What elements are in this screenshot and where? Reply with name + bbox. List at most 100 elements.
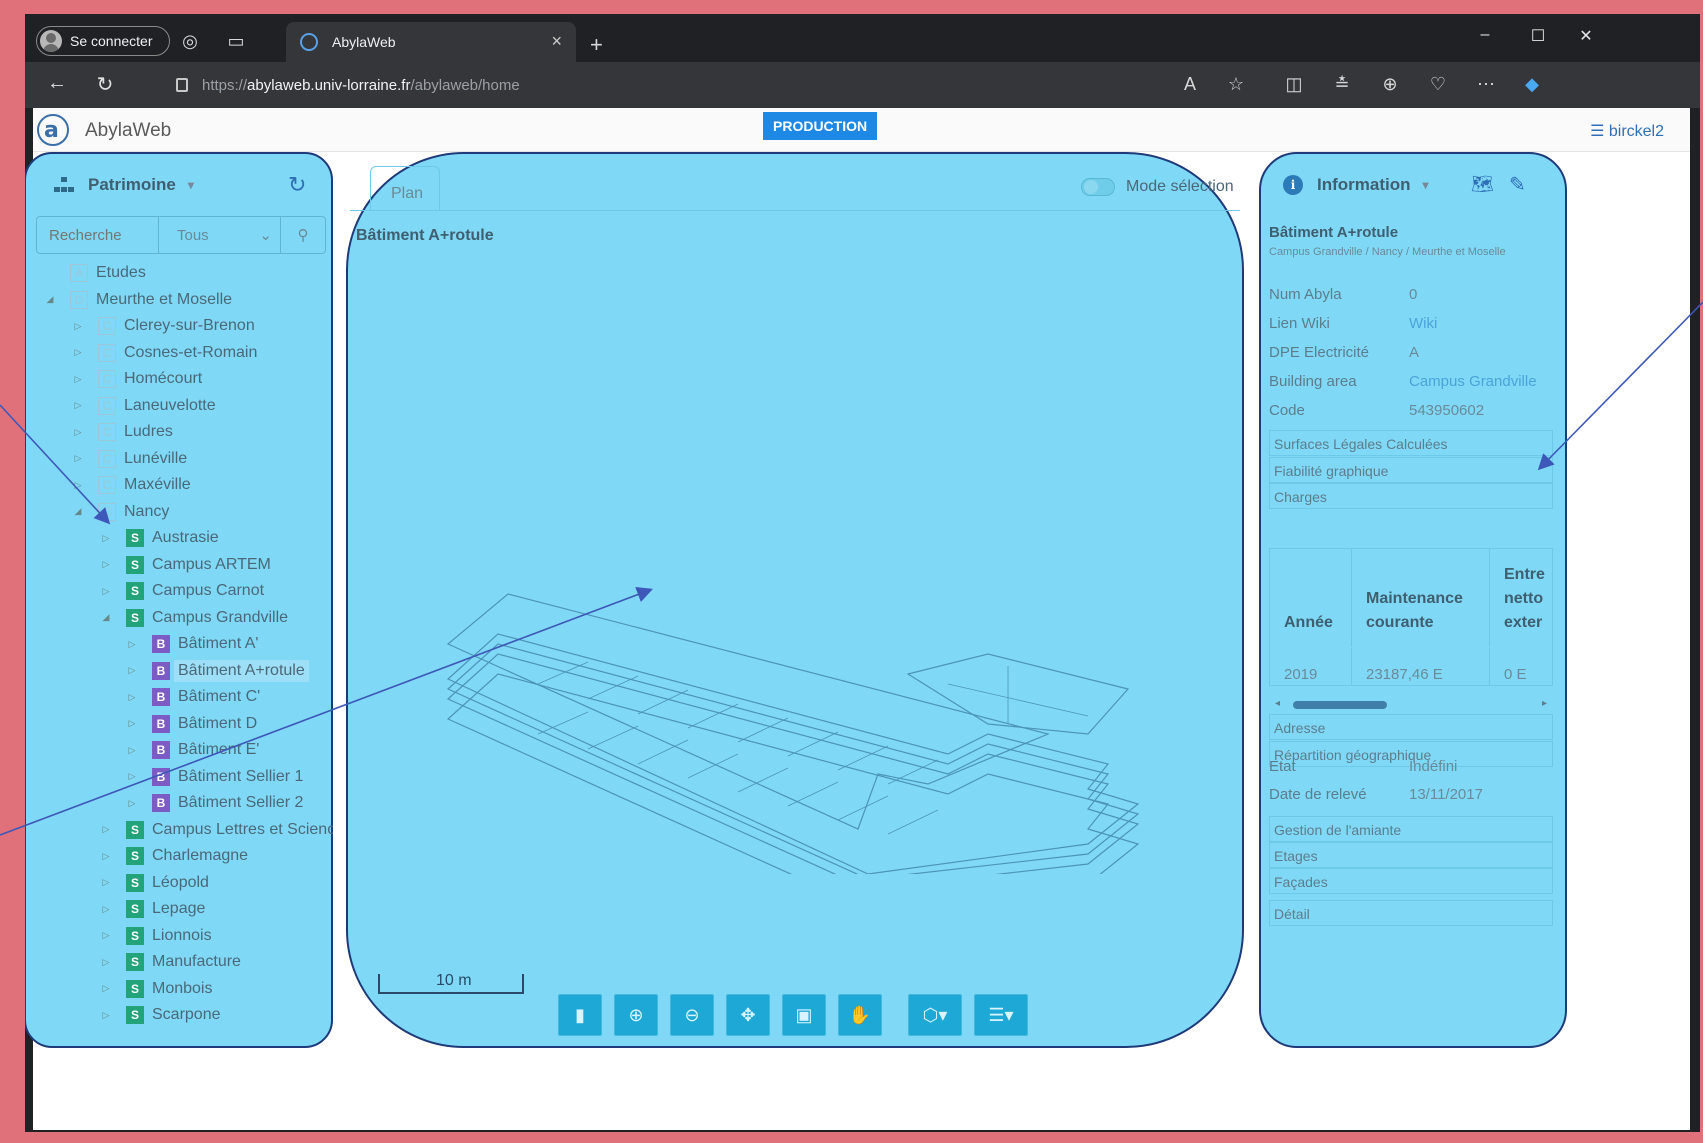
section-header[interactable]: Fiabilité graphique bbox=[1269, 456, 1553, 483]
back-icon[interactable]: ← bbox=[43, 72, 71, 95]
user-menu[interactable]: ☰ birckel2 bbox=[1590, 121, 1664, 141]
expand-icon[interactable]: ▷ bbox=[100, 957, 112, 968]
tab-actions-icon[interactable]: ▭ bbox=[221, 26, 251, 56]
filter-select[interactable]: Tous ⌄ bbox=[159, 217, 281, 253]
section-header[interactable]: Adresse bbox=[1269, 714, 1553, 740]
section-header[interactable]: Etages bbox=[1269, 842, 1553, 868]
collapse-icon[interactable]: ◢ bbox=[100, 612, 112, 623]
tree-item[interactable]: ▷ B Bâtiment A+rotule bbox=[126, 658, 309, 684]
expand-icon[interactable]: ▷ bbox=[100, 904, 112, 915]
search-button[interactable]: ⚲ bbox=[281, 217, 325, 253]
tree-item[interactable]: ▷ C Lunéville bbox=[72, 446, 187, 472]
floor-plan-3d[interactable] bbox=[388, 434, 1148, 874]
tree-item[interactable]: ▷ S Lepage bbox=[100, 896, 205, 922]
expand-icon[interactable]: ▷ bbox=[126, 665, 138, 676]
read-aloud-icon[interactable]: A bbox=[1175, 74, 1205, 95]
tree-item[interactable]: ▷ B Bâtiment Sellier 2 bbox=[126, 790, 303, 816]
health-icon[interactable]: ♡ bbox=[1423, 74, 1453, 95]
scroll-right-icon[interactable]: ▸ bbox=[1542, 698, 1547, 709]
favorite-star-icon[interactable]: ☆ bbox=[1221, 74, 1251, 95]
tree-item[interactable]: ▷ B Bâtiment E' bbox=[126, 737, 259, 763]
mode-selection-toggle[interactable] bbox=[1081, 178, 1115, 196]
tree-item[interactable]: ▷ B Bâtiment A' bbox=[126, 631, 258, 657]
tree-item[interactable]: ▷ S Campus Lettres et Sciences bbox=[100, 817, 333, 843]
expand-icon[interactable]: ▷ bbox=[126, 692, 138, 703]
new-tab-button[interactable]: + bbox=[590, 32, 603, 58]
expand-icon[interactable]: ▷ bbox=[126, 639, 138, 650]
map-icon[interactable]: 🗺 bbox=[1471, 174, 1494, 195]
search-input[interactable] bbox=[37, 217, 159, 253]
minimize-button[interactable]: – bbox=[1465, 26, 1505, 44]
expand-icon[interactable]: ▷ bbox=[72, 347, 84, 358]
tree-item[interactable]: ▷ S Léopold bbox=[100, 870, 209, 896]
layers-dropdown[interactable]: ☰▾ bbox=[974, 994, 1028, 1036]
tree-item[interactable]: ◢ S Campus Grandville bbox=[100, 605, 288, 631]
collapse-icon[interactable]: ◢ bbox=[72, 506, 84, 517]
url-field[interactable]: https://abylaweb.univ-lorraine.fr/abylaw… bbox=[162, 69, 1262, 101]
tree-item[interactable]: ▷ B Bâtiment C' bbox=[126, 684, 260, 710]
field-link[interactable]: Campus Grandville bbox=[1409, 373, 1537, 390]
collections-icon[interactable]: ◎ bbox=[175, 26, 205, 56]
tree-item[interactable]: ◢ C Nancy bbox=[72, 499, 169, 525]
expand-icon[interactable]: ▷ bbox=[72, 400, 84, 411]
expand-icon[interactable]: ▷ bbox=[126, 771, 138, 782]
refresh-icon[interactable]: ↻ bbox=[288, 172, 306, 198]
expand-icon[interactable]: ▷ bbox=[72, 453, 84, 464]
expand-icon[interactable]: ▷ bbox=[100, 877, 112, 888]
ruler-button[interactable]: ▮ bbox=[558, 994, 602, 1036]
hand-button[interactable]: ✋ bbox=[838, 994, 882, 1036]
tree-item[interactable]: ▷ S Manufacture bbox=[100, 949, 241, 975]
tree-item[interactable]: ▷ C Ludres bbox=[72, 419, 173, 445]
expand-icon[interactable]: ▷ bbox=[100, 559, 112, 570]
section-header[interactable]: Détail bbox=[1269, 900, 1553, 926]
split-screen-icon[interactable]: ◫ bbox=[1279, 74, 1309, 95]
scroll-left-icon[interactable]: ◂ bbox=[1275, 698, 1280, 709]
tab-abylaweb[interactable]: AbylaWeb × bbox=[286, 22, 576, 62]
zoom-out-button[interactable]: ⊖ bbox=[670, 994, 714, 1036]
tree-item[interactable]: ◢ D Meurthe et Moselle bbox=[44, 287, 232, 313]
tree-item[interactable]: ▷ C Maxéville bbox=[72, 472, 191, 498]
expand-icon[interactable]: ▷ bbox=[126, 745, 138, 756]
tree-item[interactable]: ▷ B Bâtiment D bbox=[126, 711, 257, 737]
tree-item[interactable]: ▷ S Campus Carnot bbox=[100, 578, 264, 604]
expand-icon[interactable]: ▷ bbox=[100, 983, 112, 994]
section-header[interactable]: Façades bbox=[1269, 868, 1553, 894]
tree-item[interactable]: ▷ B Bâtiment Sellier 1 bbox=[126, 764, 303, 790]
expand-icon[interactable]: ▷ bbox=[100, 586, 112, 597]
section-header[interactable]: Gestion de l'amiante bbox=[1269, 816, 1553, 842]
patrimoine-header[interactable]: Patrimoine ▾ bbox=[54, 175, 194, 195]
tab-close-icon[interactable]: × bbox=[551, 31, 562, 52]
expand-icon[interactable]: ▷ bbox=[72, 427, 84, 438]
expand-icon[interactable]: ▷ bbox=[126, 718, 138, 729]
tree-item[interactable]: ▷ C Laneuvelotte bbox=[72, 393, 216, 419]
tree-item[interactable]: ▷ C Homécourt bbox=[72, 366, 202, 392]
tree-item[interactable]: ▷ C Cosnes-et-Romain bbox=[72, 340, 257, 366]
profile-button[interactable]: Se connecter bbox=[36, 26, 170, 56]
expand-icon[interactable]: ▷ bbox=[100, 533, 112, 544]
tree-item[interactable]: ▷ S Lionnois bbox=[100, 923, 212, 949]
tree-item[interactable]: ▷ S Charlemagne bbox=[100, 843, 248, 869]
view-3d-dropdown[interactable]: ⬡▾ bbox=[908, 994, 962, 1036]
expand-icon[interactable]: ▷ bbox=[100, 930, 112, 941]
reload-icon[interactable]: ↻ bbox=[91, 72, 119, 97]
more-icon[interactable]: ⋯ bbox=[1471, 74, 1501, 95]
favorites-icon[interactable]: ≛ bbox=[1327, 74, 1357, 95]
expand-icon[interactable]: ▷ bbox=[100, 851, 112, 862]
collapse-icon[interactable]: ◢ bbox=[44, 294, 56, 305]
tree-item[interactable]: ▷ C Clerey-sur-Brenon bbox=[72, 313, 255, 339]
field-link[interactable]: Wiki bbox=[1409, 315, 1437, 332]
expand-icon[interactable]: ▷ bbox=[126, 798, 138, 809]
tab-plan[interactable]: Plan bbox=[370, 166, 440, 210]
tree-item[interactable]: A Etudes bbox=[44, 260, 146, 286]
expand-icon[interactable]: ▷ bbox=[72, 480, 84, 491]
collections-add-icon[interactable]: ⊕ bbox=[1375, 74, 1405, 95]
maximize-button[interactable]: ☐ bbox=[1518, 26, 1558, 46]
copilot-icon[interactable]: ◆ bbox=[1517, 74, 1547, 95]
expand-icon[interactable]: ▷ bbox=[100, 824, 112, 835]
pan-button[interactable]: ✥ bbox=[726, 994, 770, 1036]
close-window-button[interactable]: ✕ bbox=[1566, 26, 1606, 46]
edit-icon[interactable]: ✎ bbox=[1509, 172, 1526, 197]
section-header[interactable]: Surfaces Légales Calculées bbox=[1269, 430, 1553, 456]
tree-item[interactable]: ▷ S Scarpone bbox=[100, 1002, 221, 1028]
expand-icon[interactable]: ▷ bbox=[72, 374, 84, 385]
